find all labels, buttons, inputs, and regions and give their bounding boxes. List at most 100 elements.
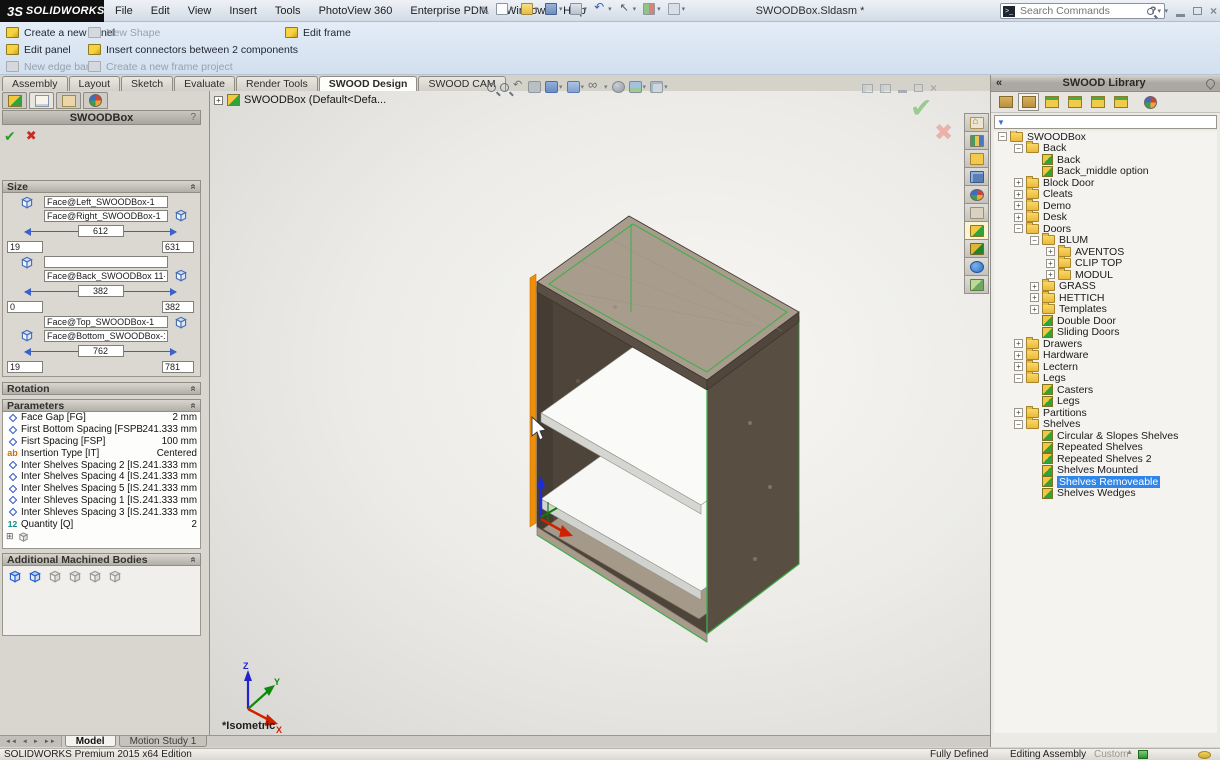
tree-item-hettich[interactable]: +HETTICH <box>994 292 1217 304</box>
collapse-icon[interactable]: − <box>998 132 1007 141</box>
max-value[interactable] <box>162 241 194 253</box>
library-panel-3-icon[interactable] <box>1087 93 1108 111</box>
minimize-button[interactable] <box>1176 14 1185 17</box>
plus-box-icon[interactable]: ⊞ <box>6 531 14 542</box>
viewport-minimize-button[interactable] <box>898 90 907 93</box>
taskpane-tab-design-library[interactable] <box>964 131 989 150</box>
expand-icon[interactable]: + <box>1030 305 1039 314</box>
pin-icon[interactable] <box>1204 77 1217 90</box>
expand-icon[interactable]: + <box>1046 259 1055 268</box>
parameter-row[interactable]: Inter Shleves Spacing 1 [IS...241.333 mm <box>3 495 200 507</box>
expand-icon[interactable]: + <box>1046 270 1055 279</box>
library-panel-1-icon[interactable] <box>1041 93 1062 111</box>
face-reference-field[interactable] <box>44 210 168 222</box>
headsup-apply-scene-icon[interactable]: ▾ <box>629 81 647 93</box>
toolbar-open-icon[interactable]: ▾ <box>521 3 539 15</box>
confirm-cancel-icon[interactable]: ✖ <box>934 119 953 146</box>
face-reference-field[interactable] <box>44 196 168 208</box>
taskpane-tab-swood-library[interactable] <box>964 221 989 240</box>
graphics-viewport[interactable]: + SWOODBox (Default<Defa... <box>210 91 990 735</box>
configuration-caret-icon[interactable]: ▲ <box>1126 749 1133 756</box>
machined-body-cube-icon[interactable] <box>7 569 23 584</box>
headsup-section-view-icon[interactable] <box>528 81 541 93</box>
tree-item-circular-slopes-shelves[interactable]: Circular & Slopes Shelves <box>994 430 1217 442</box>
machined-body-cube-icon[interactable] <box>107 569 123 584</box>
cancel-button[interactable]: ✖ <box>26 128 37 145</box>
tab-assembly[interactable]: Assembly <box>2 76 68 91</box>
status-quick-tip-icon[interactable] <box>1138 750 1148 759</box>
tree-item-back[interactable]: Back <box>994 154 1217 166</box>
menu-tools[interactable]: Tools <box>266 5 310 17</box>
toolbar-rebuild-icon[interactable]: ▾ <box>643 3 661 15</box>
machined-body-cube-icon[interactable] <box>67 569 83 584</box>
last-sheet-icon[interactable]: ►► <box>42 739 58 745</box>
tab-layout[interactable]: Layout <box>69 76 121 91</box>
taskpane-tab-custom-properties[interactable] <box>964 203 989 222</box>
tree-item-double-door[interactable]: Double Door <box>994 315 1217 327</box>
library-panel-4-icon[interactable] <box>1110 93 1131 111</box>
tab-model[interactable]: Model <box>65 736 116 747</box>
parameter-row[interactable]: 12Quantity [Q]2 <box>3 518 200 530</box>
taskpane-tab-view-palette[interactable] <box>964 167 989 186</box>
status-configuration[interactable]: Custom <box>1094 749 1128 760</box>
add-parameter-row[interactable]: ⊞ <box>3 530 200 544</box>
swood-tool-edit-frame[interactable]: Edit frame <box>285 24 351 41</box>
feature-help-icon[interactable]: ? <box>190 112 196 123</box>
tree-item-legs[interactable]: −Legs <box>994 373 1217 385</box>
tree-item-templates[interactable]: +Templates <box>994 304 1217 316</box>
toolbar-print-icon[interactable]: ▾ <box>570 3 588 15</box>
section-size-header[interactable]: Size « <box>2 180 201 193</box>
tile-horizontal-icon[interactable] <box>862 84 873 93</box>
tree-item-shelves-mounted[interactable]: Shelves Mounted <box>994 465 1217 477</box>
headsup-previous-view-icon[interactable] <box>513 81 524 93</box>
tree-item-shelves[interactable]: −Shelves <box>994 419 1217 431</box>
taskpane-tab-solidworks-resources[interactable] <box>964 113 989 132</box>
dimension-value[interactable] <box>78 285 124 297</box>
face-reference-field[interactable] <box>44 256 168 268</box>
help-icon[interactable]: ? <box>1150 5 1157 17</box>
expand-icon[interactable]: + <box>1046 247 1055 256</box>
tree-item-back[interactable]: −Back <box>994 143 1217 155</box>
expand-icon[interactable]: + <box>1014 213 1023 222</box>
tab-render-tools[interactable]: Render Tools <box>236 76 318 91</box>
section-parameters-header[interactable]: Parameters « <box>2 399 201 412</box>
sketch-pencil-icon[interactable]: ✎ <box>480 4 490 18</box>
tree-item-modul[interactable]: +MODUL <box>994 269 1217 281</box>
tree-item-clip-top[interactable]: +CLIP TOP <box>994 258 1217 270</box>
expand-icon[interactable]: + <box>1014 190 1023 199</box>
tab-swood-design[interactable]: SWOOD Design <box>319 76 418 91</box>
toolbar-save-icon[interactable]: ▾ <box>545 3 563 15</box>
machined-body-cube-icon[interactable] <box>27 569 43 584</box>
expand-icon[interactable]: + <box>1014 408 1023 417</box>
taskpane-tab-swood-connect[interactable] <box>964 257 989 276</box>
library-materials-icon[interactable] <box>1140 93 1161 111</box>
parameter-row[interactable]: abInsertion Type [IT]Centered <box>3 447 200 459</box>
parameter-row[interactable]: Inter Shelves Spacing 2 [IS...241.333 mm <box>3 459 200 471</box>
tab-swood[interactable] <box>2 92 27 109</box>
next-sheet-icon[interactable]: ► <box>31 739 41 745</box>
collapse-pane-icon[interactable]: « <box>996 77 1002 89</box>
taskpane-tab-appearances-scenes[interactable] <box>964 185 989 204</box>
headsup-zoom-fit-icon[interactable] <box>487 83 496 92</box>
tree-item-repeated-shelves[interactable]: Repeated Shelves <box>994 442 1217 454</box>
face-reference-field[interactable] <box>44 316 168 328</box>
tree-item-shelves-wedges[interactable]: Shelves Wedges <box>994 488 1217 500</box>
menu-insert[interactable]: Insert <box>220 5 266 17</box>
dimension-value[interactable] <box>78 225 124 237</box>
tab-display-pane[interactable] <box>83 92 108 109</box>
viewport-close-button[interactable]: × <box>930 81 937 95</box>
ok-button[interactable]: ✔ <box>4 128 16 145</box>
first-sheet-icon[interactable]: ◄◄ <box>3 739 19 745</box>
machined-body-cube-icon[interactable] <box>87 569 103 584</box>
tab-sketch[interactable]: Sketch <box>121 76 173 91</box>
tab-configurations[interactable] <box>56 92 81 109</box>
prev-sheet-icon[interactable]: ◄ <box>20 739 30 745</box>
parameter-row[interactable]: Fisrt Spacing [FSP]100 mm <box>3 436 200 448</box>
headsup-view-orientation-icon[interactable]: ▾ <box>545 81 563 93</box>
expand-icon[interactable]: + <box>1030 293 1039 302</box>
face-reference-field[interactable] <box>44 270 168 282</box>
selected-edge[interactable] <box>530 274 536 527</box>
parameter-row[interactable]: Inter Shelves Spacing 5 [IS...241.333 mm <box>3 483 200 495</box>
viewport-restore-button[interactable] <box>914 84 923 92</box>
menu-file[interactable]: File <box>106 5 142 17</box>
